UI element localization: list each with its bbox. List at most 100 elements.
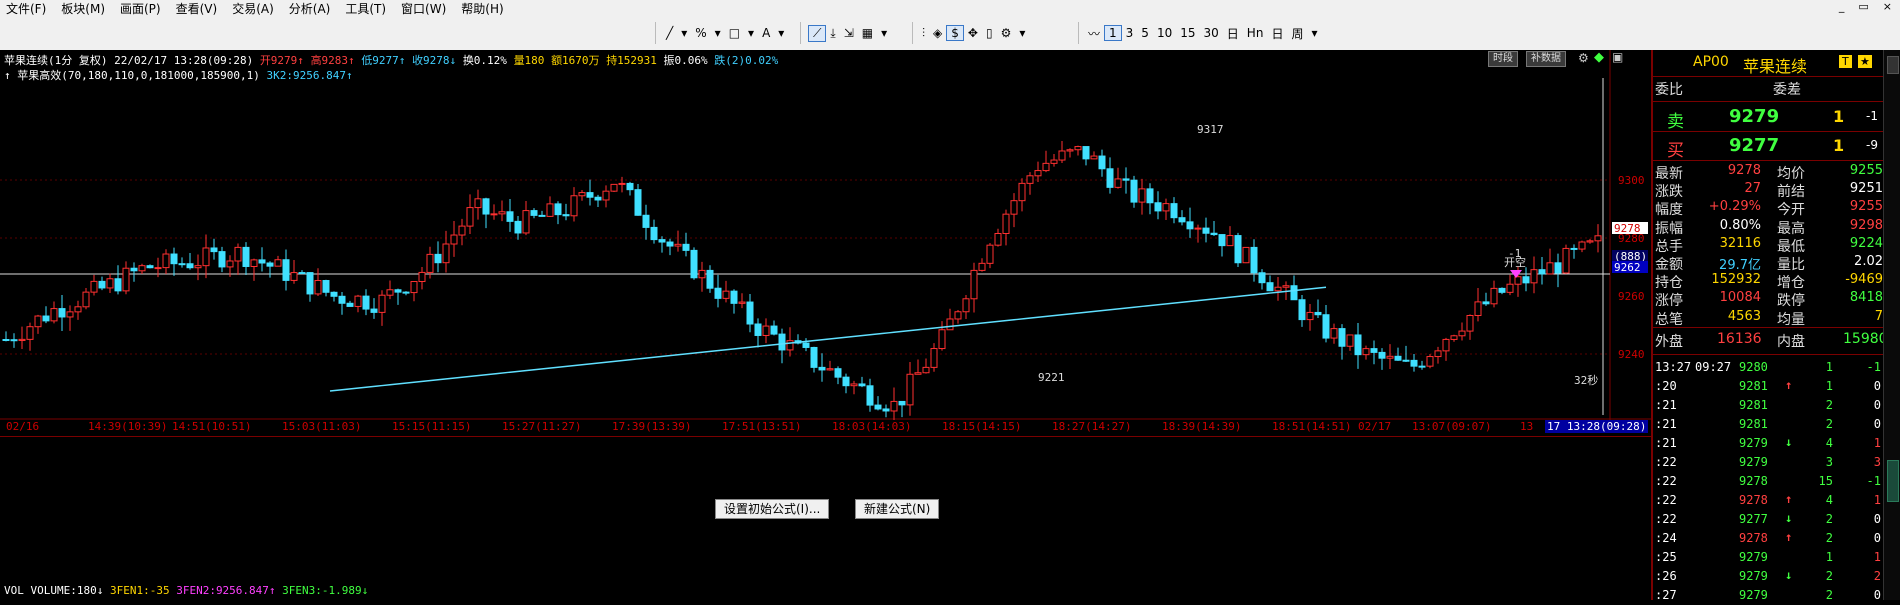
move-icon[interactable]: ✥: [964, 26, 982, 40]
period-button-4[interactable]: 15: [1176, 26, 1199, 40]
stat-value: 10084: [1719, 290, 1761, 306]
divider: [1653, 131, 1885, 132]
candle-body: [266, 262, 274, 267]
candle-body: [706, 269, 714, 289]
quote-field: 低9277↑: [361, 54, 413, 67]
stat-label: 涨跌: [1655, 184, 1683, 201]
dropdown-arrow-icon[interactable]: ▾: [711, 26, 725, 40]
diamond-icon[interactable]: ◈: [929, 26, 946, 40]
menu-item-0[interactable]: 文件(F): [0, 0, 55, 17]
price-chart[interactable]: 9300 9280 9260 9240 9317 9221 32秒 -1 开空 9278 (888)…: [0, 50, 1651, 436]
candle-body: [346, 302, 354, 307]
candle-body: [1538, 269, 1546, 275]
dropdown-arrow-icon[interactable]: ▾: [877, 26, 891, 40]
minimize-button[interactable]: _: [1839, 0, 1845, 16]
candle-body: [698, 269, 706, 279]
panel-toggle-icon[interactable]: ▣: [1612, 50, 1623, 64]
candle-body: [1322, 314, 1330, 339]
dollar-icon[interactable]: $: [946, 25, 964, 41]
volume-info-line: VOL VOLUME:180↓ 3FEN1:-35 3FEN2:9256.847…: [4, 584, 368, 597]
candle-body: [1178, 217, 1186, 223]
diamond-icon[interactable]: ◆: [1594, 50, 1604, 65]
period-button-9[interactable]: 周: [1287, 25, 1307, 42]
period-button-3[interactable]: 10: [1153, 26, 1176, 40]
period-button-7[interactable]: Hn: [1243, 26, 1268, 40]
period-button-5[interactable]: 30: [1200, 26, 1223, 40]
export-icon[interactable]: ⇲: [840, 26, 858, 40]
candle-body: [1354, 334, 1362, 356]
tick-row: :24 9278 ↑ 2 0: [1653, 529, 1885, 548]
volume-pane[interactable]: 设置初始公式(I)... 新建公式(N) VOL VOLUME:180↓ 3FE…: [0, 436, 1651, 601]
candle-body: [34, 315, 42, 328]
candles-icon[interactable]: ⫶: [918, 26, 929, 41]
fill-data-button[interactable]: 补数据: [1526, 51, 1566, 67]
period-button-1[interactable]: 3: [1122, 26, 1138, 40]
panel-scrollbar[interactable]: [1883, 50, 1900, 600]
dropdown-arrow-icon[interactable]: ▾: [774, 26, 788, 40]
set-initial-formula-button[interactable]: 设置初始公式(I)...: [715, 499, 830, 519]
close-button[interactable]: ×: [1883, 0, 1892, 16]
tick-price: 9281: [1739, 417, 1768, 431]
candle-body: [1586, 240, 1594, 243]
candle-body: [82, 291, 90, 308]
candle-body: [1362, 348, 1370, 356]
column-icon[interactable]: ▯: [982, 26, 997, 40]
trend-icon[interactable]: 〰: [1084, 25, 1104, 42]
menu-item-5[interactable]: 分析(A): [283, 0, 340, 17]
menu-item-7[interactable]: 窗口(W): [395, 0, 455, 17]
gear-icon[interactable]: ⚙: [997, 26, 1016, 40]
candle-body: [490, 213, 498, 216]
dropdown-arrow-icon[interactable]: ▾: [1015, 26, 1029, 40]
text-tool-icon[interactable]: A: [758, 26, 774, 40]
quote-panel: AP00 苹果连续 T ★ 委比 委差 卖 9279 1 -1 买 9277 1…: [1651, 50, 1900, 602]
draw-tools: ╱ ▾ % ▾ □ ▾ A ▾: [662, 24, 788, 42]
menu-item-8[interactable]: 帮助(H): [455, 0, 512, 17]
scroll-thumb-top[interactable]: [1887, 56, 1899, 74]
menu-item-4[interactable]: 交易(A): [226, 0, 283, 17]
menu-item-2[interactable]: 画面(P): [114, 0, 170, 17]
tick-price: 9279: [1739, 436, 1768, 450]
candle-body: [50, 308, 58, 322]
dropdown-arrow-icon[interactable]: ▾: [1307, 26, 1321, 40]
grid-icon[interactable]: ▦: [858, 26, 877, 40]
menu-item-1[interactable]: 板块(M): [55, 0, 114, 17]
quote-field: 持152931: [606, 54, 664, 67]
percent-tool-icon[interactable]: %: [691, 26, 710, 40]
candle-body: [1042, 162, 1050, 172]
candlestick-chart[interactable]: 930092809260924093179221 32秒-1开空9278(888)…: [0, 50, 1651, 420]
menu-item-6[interactable]: 工具(T): [339, 0, 395, 17]
menu-item-3[interactable]: 查看(V): [170, 0, 227, 17]
tick-change: 0: [1873, 512, 1881, 526]
candle-body: [1242, 246, 1250, 264]
dropdown-arrow-icon[interactable]: ▾: [677, 26, 691, 40]
stat-row: 金额 29.7亿 量比 2.02: [1653, 254, 1885, 274]
time-axis-label: 15:03(11:03): [282, 420, 362, 433]
session-button[interactable]: 时段: [1488, 51, 1518, 67]
line-tool-icon[interactable]: ╱: [662, 26, 677, 40]
restore-button[interactable]: ▭: [1858, 0, 1868, 16]
tick-price: 9278: [1739, 531, 1768, 545]
ruler-icon[interactable]: ⟋: [808, 24, 827, 42]
candle-body: [306, 272, 314, 295]
stat-value: +0.29%: [1708, 199, 1761, 215]
period-button-0[interactable]: 1: [1104, 25, 1122, 41]
settings-icon[interactable]: ⚙: [1578, 51, 1589, 65]
period-button-6[interactable]: 日: [1223, 25, 1243, 42]
period-button-2[interactable]: 5: [1137, 26, 1153, 40]
candle-body: [1578, 241, 1586, 250]
candle-body: [578, 192, 586, 197]
t-icon[interactable]: T: [1839, 55, 1852, 68]
candle-body: [1250, 246, 1258, 274]
download-icon[interactable]: ⤓: [826, 26, 839, 41]
period-button-8[interactable]: 日: [1267, 25, 1287, 42]
candle-body: [1258, 272, 1266, 284]
star-icon[interactable]: ★: [1858, 55, 1872, 68]
scroll-thumb[interactable]: [1887, 460, 1899, 502]
candle-body: [370, 308, 378, 313]
divider: [1653, 76, 1885, 77]
new-formula-button[interactable]: 新建公式(N): [855, 499, 940, 519]
candle-body: [770, 325, 778, 335]
rect-tool-icon[interactable]: □: [725, 26, 744, 40]
dropdown-arrow-icon[interactable]: ▾: [744, 26, 758, 40]
stat-row: 振幅 0.80% 最高 9298: [1653, 218, 1885, 238]
